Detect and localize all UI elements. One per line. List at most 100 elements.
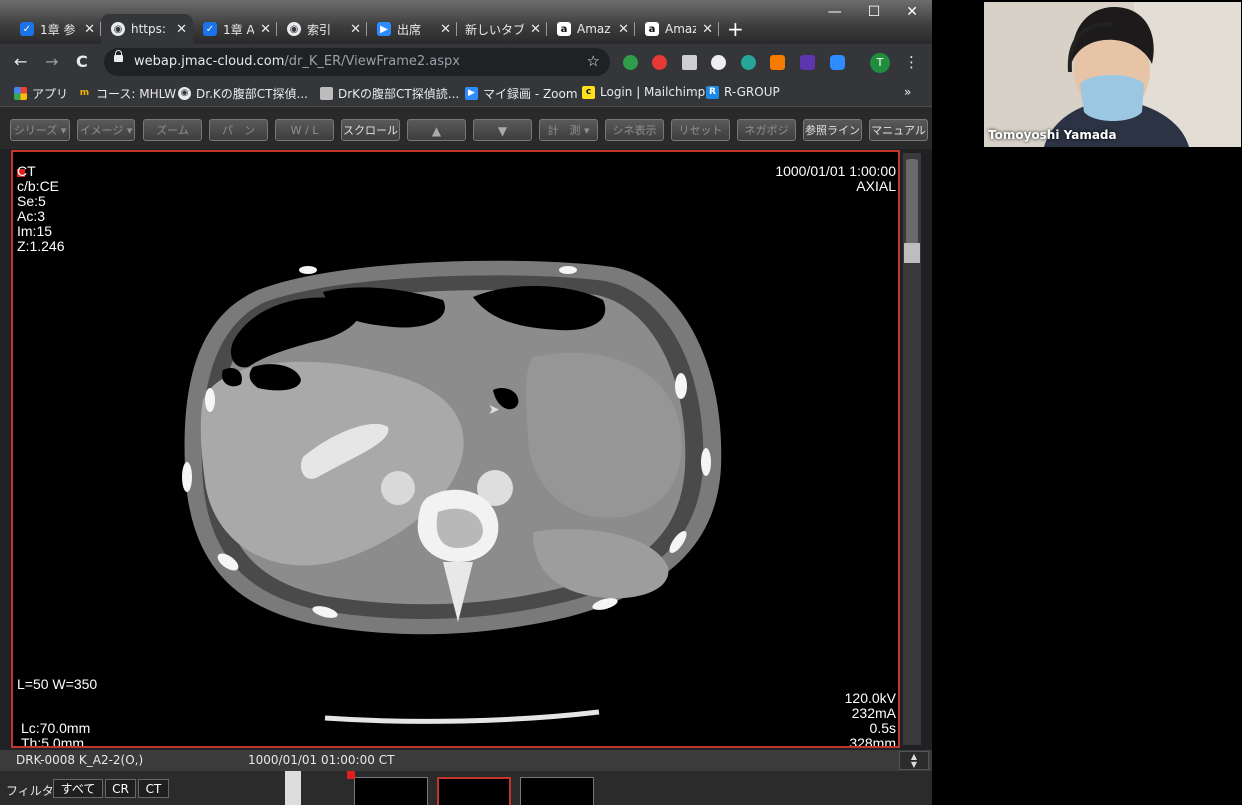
tab-title: https:: [131, 22, 166, 36]
forward-button[interactable]: →: [45, 52, 58, 71]
overlay-modality: CT: [17, 163, 36, 179]
filter-ct-button[interactable]: CT: [138, 779, 169, 798]
tab-title: Amaz: [665, 22, 697, 36]
close-icon[interactable]: ✕: [176, 22, 187, 37]
status-spinner[interactable]: ▲ ▼: [899, 751, 929, 770]
ct-axial-image[interactable]: [13, 152, 898, 746]
bookmark-zoom[interactable]: ▶ マイ録画 - Zoom: [465, 85, 578, 102]
globe-icon: ◉: [111, 22, 125, 36]
participant-video[interactable]: Tomoyoshi Yamada: [984, 2, 1241, 147]
metamask-extension-icon[interactable]: [770, 55, 785, 70]
close-icon[interactable]: ✕: [618, 22, 629, 37]
overlay-fov: 328mm: [849, 735, 896, 748]
tab-4[interactable]: ◉ 索引 ✕: [277, 14, 367, 44]
bookmark-apps[interactable]: アプリ: [14, 85, 68, 102]
series-menu-button[interactable]: シリーズ ▾: [10, 119, 70, 141]
globe-icon: ◉: [287, 22, 301, 36]
previous-image-button[interactable]: ▲: [407, 119, 466, 141]
bookmark-star-icon[interactable]: ☆: [587, 52, 600, 70]
image-viewport[interactable]: CT c/b:CE Se:5 Ac:3 Im:15 Z:1.246 1000/0…: [11, 150, 900, 748]
bookmark-drk-ct-1[interactable]: ◉ Dr.Kの腹部CT探偵...: [178, 85, 308, 102]
bookmark-mailchimp[interactable]: c Login | Mailchimp: [582, 85, 705, 99]
bookmark-label: Dr.Kの腹部CT探偵...: [196, 87, 308, 101]
checkbox-icon: ✓: [203, 22, 217, 36]
series-thumbnail-2[interactable]: [437, 777, 511, 805]
thumbnail-scrollbar[interactable]: [285, 771, 301, 805]
series-thumbnail-3[interactable]: [520, 777, 594, 805]
patient-id: DRK-0008 K_A2-2(O,): [16, 753, 144, 767]
purple-extension-icon[interactable]: [800, 55, 815, 70]
red-extension-icon[interactable]: [652, 55, 667, 70]
lock-icon[interactable]: [114, 50, 123, 62]
tab-6[interactable]: 新しいタブ ✕: [457, 14, 547, 44]
tab-title: 1章 参: [40, 22, 76, 37]
overlay-datetime: 1000/01/01 1:00:00: [775, 163, 896, 179]
close-icon[interactable]: ✕: [260, 22, 271, 37]
address-bar[interactable]: webap.jmac-cloud.com/dr_K_ER/ViewFrame2.…: [104, 48, 610, 76]
back-button[interactable]: ←: [14, 52, 27, 71]
r-extension-icon[interactable]: [682, 55, 697, 70]
overlay-contrast: c/b:CE: [17, 178, 60, 194]
negative-positive-button[interactable]: ネガポジ: [737, 119, 796, 141]
participant-image: [984, 2, 1241, 147]
bookmark-mhlw[interactable]: m コース: MHLW: [78, 85, 176, 102]
circle-extension-icon[interactable]: [711, 55, 726, 70]
zoom-icon: ▶: [377, 22, 391, 36]
measure-menu-button[interactable]: 計 測 ▾: [539, 119, 598, 141]
reset-button[interactable]: リセット: [671, 119, 730, 141]
image-scrollbar[interactable]: [903, 153, 921, 745]
bookmark-r-group[interactable]: R R-GROUP: [706, 85, 780, 99]
cine-button[interactable]: シネ表示: [605, 119, 664, 141]
overlay-series: Se:5: [17, 193, 46, 209]
overlay-acquisition: Ac:3: [17, 208, 46, 224]
tab-7[interactable]: a Amaz ✕: [547, 14, 635, 44]
tab-5[interactable]: ▶ 出席 ✕: [367, 14, 457, 44]
pan-button[interactable]: パ ン: [209, 119, 268, 141]
browser-window: ✓ 1章 参 ✕ ◉ https: ✕ ✓ 1章 A ✕ ◉ 索引 ✕ ▶ 出席: [0, 0, 932, 805]
menu-icon[interactable]: ⋮: [904, 53, 919, 71]
image-menu-button[interactable]: イメージ ▾: [77, 119, 135, 141]
zoom-button[interactable]: ズーム: [143, 119, 202, 141]
filter-cr-button[interactable]: CR: [105, 779, 136, 798]
apps-grid-icon: [14, 87, 27, 100]
reference-line-button[interactable]: 参照ライン: [803, 119, 862, 141]
teal-extension-icon[interactable]: [741, 55, 756, 70]
close-icon[interactable]: ✕: [84, 22, 95, 37]
tab-8[interactable]: a Amaz ✕: [635, 14, 719, 44]
scroll-button[interactable]: スクロール: [341, 119, 400, 141]
reload-button[interactable]: C: [76, 52, 88, 71]
url-text[interactable]: webap.jmac-cloud.com/dr_K_ER/ViewFrame2.…: [134, 54, 460, 69]
close-window-button[interactable]: ✕: [906, 4, 918, 20]
close-icon[interactable]: ✕: [702, 22, 713, 37]
scroll-position-marker[interactable]: [904, 243, 920, 263]
close-icon[interactable]: ✕: [530, 22, 541, 37]
filter-bar: フィルタ: すべて CR CT: [0, 771, 932, 805]
filter-all-button[interactable]: すべて: [53, 779, 103, 798]
overlay-window-level: L=50 W=350: [17, 676, 98, 692]
overlay-plane: AXIAL: [856, 178, 896, 194]
tab-list: ✓ 1章 参 ✕ ◉ https: ✕ ✓ 1章 A ✕ ◉ 索引 ✕ ▶ 出席: [10, 14, 744, 44]
close-icon[interactable]: ✕: [350, 22, 361, 37]
series-thumbnail-1[interactable]: [354, 777, 428, 805]
tab-strip: ✓ 1章 参 ✕ ◉ https: ✕ ✓ 1章 A ✕ ◉ 索引 ✕ ▶ 出席: [0, 0, 932, 44]
bookmark-drk-ct-2[interactable]: DrKの腹部CT探偵読...: [320, 85, 459, 102]
new-tab-button[interactable]: +: [727, 14, 744, 44]
overlay-top-right: 1000/01/01 1:00:00 AXIAL: [775, 164, 896, 194]
window-level-button[interactable]: W / L: [275, 119, 334, 141]
next-image-button[interactable]: ▼: [473, 119, 532, 141]
tab-1[interactable]: ✓ 1章 参 ✕: [10, 14, 101, 44]
zoom-extension-icon[interactable]: [830, 55, 845, 70]
profile-avatar[interactable]: T: [870, 53, 890, 73]
manual-button[interactable]: マニュアル: [869, 119, 928, 141]
evernote-extension-icon[interactable]: [623, 55, 638, 70]
checkbox-icon: ✓: [20, 22, 34, 36]
url-host: webap.jmac-cloud.com: [134, 54, 285, 69]
maximize-button[interactable]: ☐: [868, 4, 881, 20]
url-path: /dr_K_ER/ViewFrame2.aspx: [284, 54, 460, 69]
close-icon[interactable]: ✕: [440, 22, 451, 37]
tab-2-active[interactable]: ◉ https: ✕: [101, 14, 193, 44]
minimize-button[interactable]: —: [828, 4, 842, 20]
bookmarks-overflow-button[interactable]: »: [904, 85, 911, 99]
r-group-icon: R: [706, 85, 719, 99]
tab-3[interactable]: ✓ 1章 A ✕: [193, 14, 277, 44]
